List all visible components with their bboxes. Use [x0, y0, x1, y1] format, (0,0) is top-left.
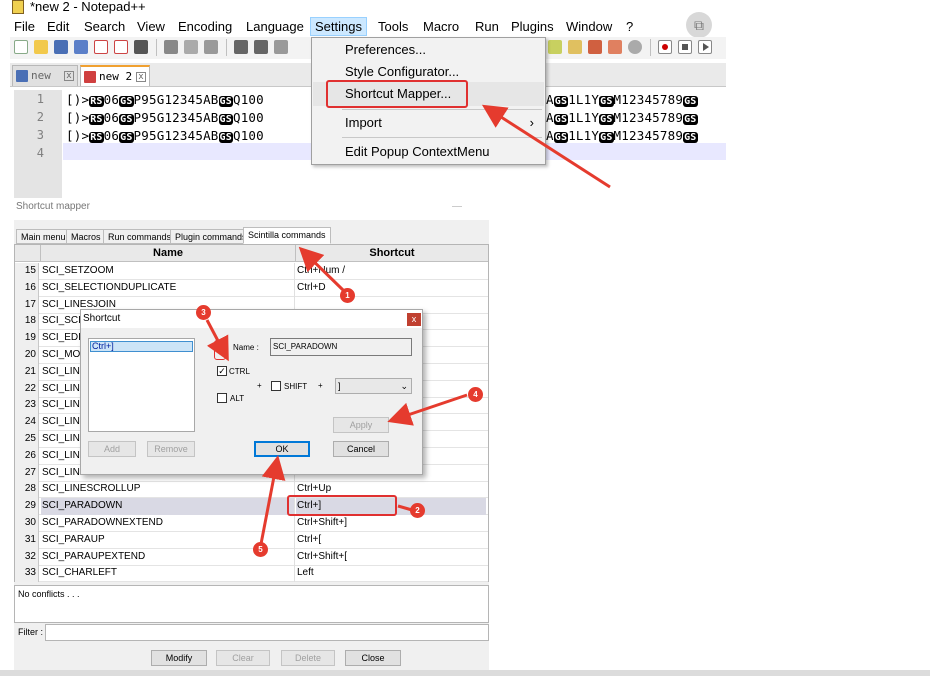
step-badge-3: 3 — [196, 305, 211, 320]
bottom-border — [0, 670, 930, 676]
arrow-to-ok — [259, 455, 286, 545]
arrow-to-shortcut-mapper — [481, 104, 611, 189]
annotation-arrows — [205, 104, 611, 545]
step-badge-5: 5 — [253, 542, 268, 557]
arrow-to-scintilla-tab — [298, 246, 345, 292]
arrow-to-ctrl — [205, 319, 229, 362]
step-badge-2: 2 — [410, 503, 425, 518]
arrow-to-apply — [387, 393, 468, 426]
step-badge-4: 4 — [468, 387, 483, 402]
step-badge-1: 1 — [340, 288, 355, 303]
